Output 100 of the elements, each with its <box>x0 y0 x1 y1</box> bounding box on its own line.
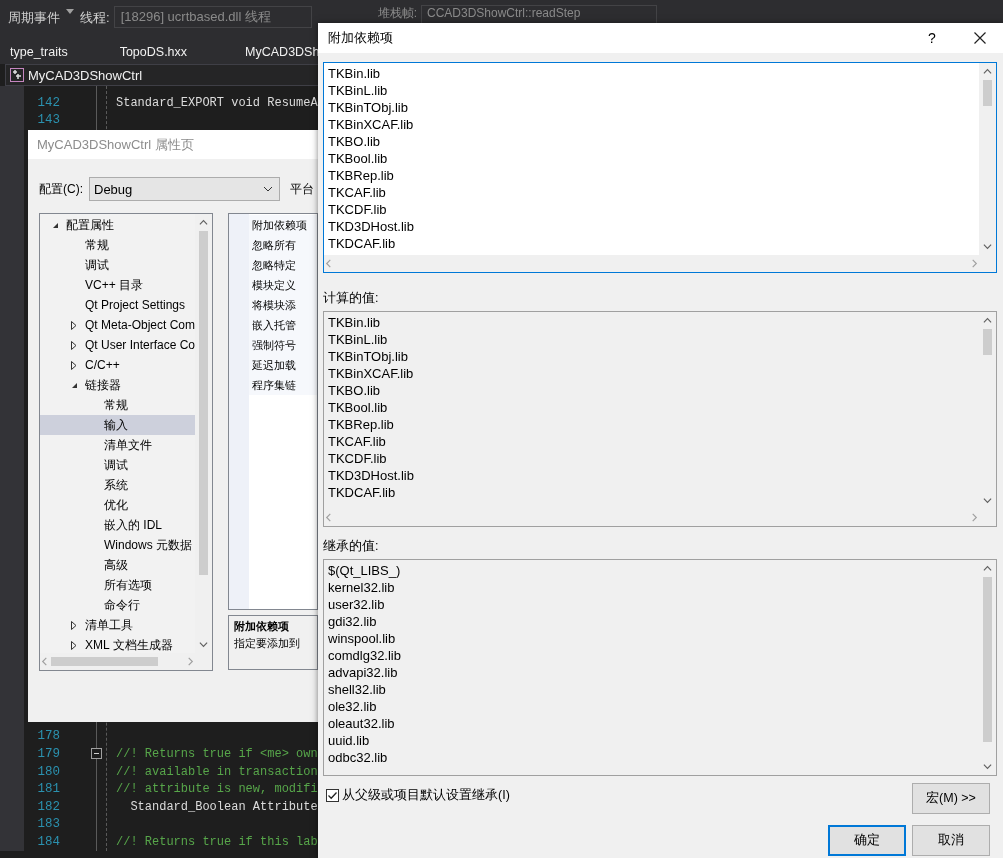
list-line: TKD3DHost.lib <box>328 467 415 484</box>
config-dropdown[interactable]: Debug <box>89 177 280 201</box>
list-line: TKBinL.lib <box>328 82 389 99</box>
list-line: winspool.lib <box>328 630 397 647</box>
tree-item[interactable]: VC++ 目录 <box>40 275 195 295</box>
list-line: uuid.lib <box>328 732 371 749</box>
list-line: TKCDF.lib <box>328 450 388 467</box>
collapse-icon[interactable] <box>91 748 102 760</box>
list-line: shell32.lib <box>328 681 387 698</box>
editor-tab[interactable]: TopoDS.hxx <box>109 45 198 59</box>
tree-item[interactable]: XML 文档生成器 <box>40 635 195 653</box>
tree-item[interactable]: 链接器 <box>40 375 195 395</box>
scroll-up-icon[interactable] <box>983 316 992 325</box>
scroll-thumb[interactable] <box>51 657 158 666</box>
scroll-thumb[interactable] <box>983 577 992 742</box>
scroll-thumb[interactable] <box>983 80 992 106</box>
scroll-up-icon[interactable] <box>983 564 992 573</box>
list-line: TKDCAF.lib <box>328 235 397 252</box>
tree-item[interactable]: Windows 元数据 <box>40 535 195 555</box>
tree-item[interactable]: 优化 <box>40 495 195 515</box>
tree-item[interactable]: 调试 <box>40 455 195 475</box>
tree-item[interactable]: Qt User Interface Co <box>40 335 195 355</box>
dialog-title: 附加依赖项 <box>328 29 394 47</box>
scroll-thumb[interactable] <box>199 231 208 575</box>
list-line: gdi32.lib <box>328 613 378 630</box>
scroll-down-icon[interactable] <box>199 640 208 649</box>
scroll-thumb[interactable] <box>983 329 992 355</box>
scroll-down-icon[interactable] <box>983 762 992 771</box>
code-comment: //! attribute is new, modifi <box>116 782 318 797</box>
close-icon[interactable] <box>974 32 986 44</box>
tree-item[interactable]: 高级 <box>40 555 195 575</box>
thread-dropdown[interactable]: [18296] ucrtbased.dll 线程 <box>113 6 312 28</box>
expanded-triangle-icon[interactable] <box>51 221 59 229</box>
tree-item[interactable]: 常规 <box>40 395 195 415</box>
dialog-button[interactable]: 宏(M) >> <box>912 783 990 814</box>
tree-item[interactable]: Qt Project Settings <box>40 295 195 315</box>
property-name[interactable]: 将模块添 <box>249 295 317 315</box>
collapsed-triangle-icon[interactable] <box>71 640 77 650</box>
editor-tab[interactable]: type_traits <box>0 45 78 59</box>
list-line: TKBRep.lib <box>328 416 395 433</box>
dropdown-caret-icon[interactable] <box>66 9 74 14</box>
property-name[interactable]: 程序集链 <box>249 375 317 395</box>
property-name[interactable]: 强制符号 <box>249 335 317 355</box>
list-line: TKBinXCAF.lib <box>328 365 415 382</box>
tree-item[interactable]: 常规 <box>40 235 195 255</box>
tree-item[interactable]: 清单工具 <box>40 615 195 635</box>
help-button[interactable]: ? <box>909 30 955 46</box>
list-line: TKBRep.lib <box>328 167 395 184</box>
tree-item[interactable]: 系统 <box>40 475 195 495</box>
list-line: ole32.lib <box>328 698 378 715</box>
tree-item[interactable]: 调试 <box>40 255 195 275</box>
config-label: 配置(C): <box>39 180 83 198</box>
chevron-down-icon <box>263 186 273 192</box>
inherit-checkbox[interactable]: 从父级或项目默认设置继承(I) <box>326 787 510 804</box>
tree-item[interactable]: 所有选项 <box>40 575 195 595</box>
property-name[interactable]: 延迟加载 <box>249 355 317 375</box>
scroll-up-icon[interactable] <box>199 218 208 227</box>
vertical-scrollbar[interactable] <box>979 63 996 255</box>
tree-item[interactable]: 配置属性 <box>40 215 195 235</box>
collapsed-triangle-icon[interactable] <box>71 340 77 350</box>
stack-frame-label: 堆栈帧: <box>377 5 417 22</box>
line-number: 142 <box>36 95 60 110</box>
tree-item[interactable]: Qt Meta-Object Com <box>40 315 195 335</box>
collapsed-triangle-icon[interactable] <box>71 320 77 330</box>
property-name[interactable]: 嵌入托管 <box>249 315 317 335</box>
scroll-down-icon[interactable] <box>983 242 992 251</box>
scroll-up-icon[interactable] <box>983 67 992 76</box>
section-label: 计算的值: <box>323 290 380 307</box>
property-name[interactable]: 模块定义 <box>249 275 317 295</box>
checkbox-icon[interactable] <box>326 789 339 802</box>
list-line: TKBO.lib <box>328 133 381 150</box>
list-line: $(Qt_LIBS_) <box>328 562 402 579</box>
line-number: 180 <box>36 764 60 779</box>
code-line: Standard_Boolean Attribute <box>129 799 318 814</box>
tree-item[interactable]: 嵌入的 IDL <box>40 515 195 535</box>
expanded-triangle-icon[interactable] <box>70 381 78 389</box>
property-name[interactable]: 忽略特定 <box>249 255 317 275</box>
settings-tree[interactable]: 配置属性 常规 调试 VC++ 目录 Qt Project Settings Qt Meta-Object Com Qt User Interface Co C/C++ 链接器 常规 输入 清单文件 调试 系统 优化 嵌入的 IDL Windows 元数据 高级 所有选项 命令行 清单工具 XML 文档生成器 <box>39 213 213 671</box>
list-line: oleaut32.lib <box>328 715 396 732</box>
thread-label: 线程: <box>80 9 110 27</box>
tree-item[interactable]: 命令行 <box>40 595 195 615</box>
dialog-button[interactable]: 取消 <box>912 825 990 856</box>
dependencies-text-field[interactable]: TKBin.lib TKBinL.lib TKBinTObj.lib TKBinXCAF.lib TKBO.lib TKBool.lib TKBRep.lib TKCAF.lib TKCDF.lib TKD3DHost.lib TKDCAF.lib <box>323 62 997 273</box>
list-line: TKBin.lib <box>328 65 382 82</box>
line-number: 184 <box>36 834 60 849</box>
list-line: TKBool.lib <box>328 399 389 416</box>
scroll-down-icon[interactable] <box>983 496 992 505</box>
description-title: 附加依赖项 <box>234 619 290 634</box>
collapsed-triangle-icon[interactable] <box>71 360 77 370</box>
tree-item[interactable]: C/C++ <box>40 355 195 375</box>
list-line: comdlg32.lib <box>328 647 402 664</box>
tree-item[interactable]: 清单文件 <box>40 435 195 455</box>
list-line: TKBool.lib <box>328 150 389 167</box>
collapsed-triangle-icon[interactable] <box>71 620 77 630</box>
tree-item[interactable]: 输入 <box>40 415 195 435</box>
property-name[interactable]: 忽略所有 <box>249 235 317 255</box>
class-icon <box>10 68 24 82</box>
list-line: TKD3DHost.lib <box>328 218 415 235</box>
property-name[interactable]: 附加依赖项 <box>249 215 317 235</box>
dialog-button[interactable]: 确定 <box>828 825 906 856</box>
